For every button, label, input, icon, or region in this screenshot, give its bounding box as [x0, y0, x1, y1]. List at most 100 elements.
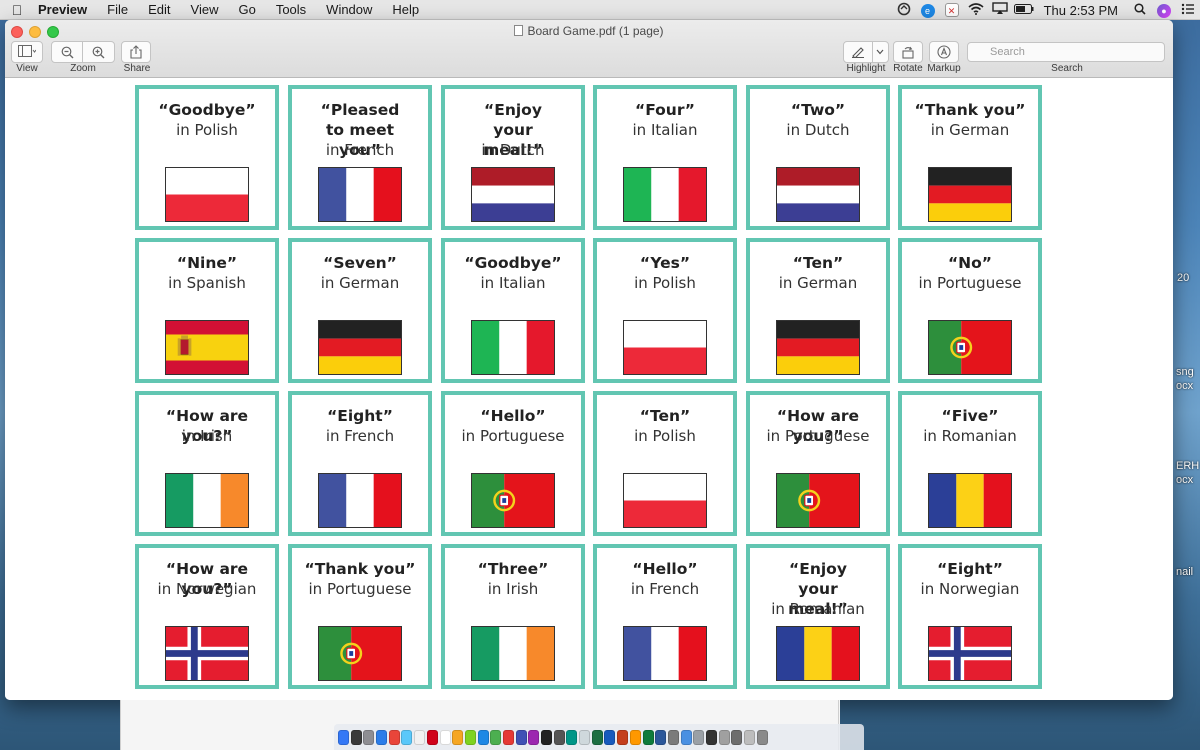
dock-app-icon[interactable]: [756, 729, 768, 745]
document-page[interactable]: “Goodbye” in Polish “Pleased to meet you” i…: [5, 79, 1173, 700]
menu-tools[interactable]: Tools: [266, 2, 316, 17]
card-language: in Polish: [176, 121, 238, 139]
airplay-icon[interactable]: [988, 2, 1012, 18]
desktop-file-label[interactable]: 20: [1177, 272, 1189, 284]
menu-edit[interactable]: Edit: [138, 2, 180, 17]
highlight-dropdown-button[interactable]: [873, 42, 888, 62]
flashcard: “Ten” in German: [746, 238, 890, 383]
card-phrase: “Nine”: [176, 254, 238, 272]
dock-app-icon[interactable]: [541, 729, 552, 745]
dock-app-icon[interactable]: [553, 729, 565, 745]
dock-app-icon[interactable]: [388, 729, 400, 745]
norway-flag-icon: [165, 626, 249, 681]
dock-app-icon[interactable]: [515, 729, 527, 745]
dock-app-icon[interactable]: [350, 729, 362, 745]
dock-app-icon[interactable]: [502, 729, 514, 745]
highlight-button[interactable]: [844, 42, 873, 62]
menu-file[interactable]: File: [97, 2, 138, 17]
markup-button[interactable]: [929, 41, 959, 63]
dock-app-icon[interactable]: [579, 729, 591, 745]
x-badge-icon[interactable]: ✕: [940, 3, 964, 17]
dock-app-icon[interactable]: [667, 729, 679, 745]
desktop-file-label[interactable]: ERH: [1176, 460, 1199, 472]
menu-go[interactable]: Go: [228, 2, 265, 17]
card-language: in French: [325, 427, 395, 445]
card-language: in Portuguese: [461, 427, 565, 445]
france-flag-icon: [623, 626, 707, 681]
card-phrase: “Seven”: [323, 254, 397, 272]
apple-menu-icon[interactable]: : [0, 2, 34, 18]
dock-app-icon[interactable]: [376, 729, 388, 745]
dock-app-icon[interactable]: [617, 729, 629, 745]
dock-app-icon[interactable]: [414, 729, 426, 745]
notification-center-icon[interactable]: [1176, 3, 1200, 18]
dock-app-icon[interactable]: [528, 729, 540, 745]
markup-icon: [937, 45, 951, 59]
romania-flag-icon: [776, 626, 860, 681]
card-language: in Irish: [487, 580, 539, 598]
dock-app-icon[interactable]: [452, 729, 464, 745]
dock-app-icon[interactable]: [439, 729, 451, 745]
rotate-button[interactable]: [893, 41, 923, 63]
zoom-label: Zoom: [70, 63, 96, 74]
dock-app-icon[interactable]: [426, 729, 438, 745]
battery-icon[interactable]: [1012, 3, 1036, 17]
e-badge-icon[interactable]: e: [916, 3, 940, 18]
card-phrase: “Four”: [635, 101, 695, 119]
zoom-in-button[interactable]: [83, 42, 114, 62]
dock-app-icon[interactable]: [642, 729, 654, 745]
card-phrase: “Hello”: [480, 407, 546, 425]
menu-help[interactable]: Help: [382, 2, 429, 17]
flashcard: “Ten” in Polish: [593, 391, 737, 536]
desktop-file-label[interactable]: nail: [1176, 566, 1193, 578]
dock-app-icon[interactable]: [338, 729, 349, 745]
flashcard: “How are you?” in Irish: [135, 391, 279, 536]
view-menu-button[interactable]: [11, 41, 43, 63]
dock-app-icon[interactable]: [693, 729, 705, 745]
spotlight-icon[interactable]: [1128, 2, 1152, 18]
card-language: in Romanian: [771, 600, 865, 618]
status-area: e ✕ Thu 2:53 PM ●: [892, 0, 1200, 20]
desktop-file-label[interactable]: ocx: [1176, 380, 1193, 392]
sync-icon[interactable]: [892, 2, 916, 19]
dock-app-icon[interactable]: [464, 729, 476, 745]
card-phrase: “Hello”: [632, 560, 698, 578]
dock-app-icon[interactable]: [490, 729, 502, 745]
flashcard: “Hello” in French: [593, 544, 737, 689]
dock-app-icon[interactable]: [718, 729, 730, 745]
card-language: in Portuguese: [766, 427, 870, 445]
poland-flag-icon: [623, 320, 707, 375]
italy-flag-icon: [623, 167, 707, 222]
portugal-flag-icon: [318, 626, 402, 681]
card-phrase: “Five”: [941, 407, 999, 425]
dock-app-icon[interactable]: [566, 729, 578, 745]
dock-app-icon[interactable]: [705, 729, 717, 745]
dock-app-icon[interactable]: [629, 729, 641, 745]
search-input[interactable]: [967, 42, 1165, 62]
dock-app-icon[interactable]: [604, 729, 616, 745]
wifi-icon[interactable]: [964, 2, 988, 18]
dock-app-icon[interactable]: [363, 729, 375, 745]
germany-flag-icon: [776, 320, 860, 375]
dock-app-icon[interactable]: [655, 729, 667, 745]
siri-icon[interactable]: ●: [1152, 3, 1176, 18]
dock-app-icon[interactable]: [680, 729, 692, 745]
netherlands-flag-icon: [776, 167, 860, 222]
menu-app-name[interactable]: Preview: [34, 2, 97, 17]
dock-app-icon[interactable]: [744, 729, 755, 745]
menu-window[interactable]: Window: [316, 2, 382, 17]
card-phrase: “Goodbye”: [158, 101, 256, 119]
dock-app-icon[interactable]: [731, 729, 743, 745]
dock-app-icon[interactable]: [591, 729, 603, 745]
clock[interactable]: Thu 2:53 PM: [1036, 3, 1128, 18]
desktop-file-label[interactable]: ocx: [1176, 474, 1193, 486]
ireland-flag-icon: [471, 626, 555, 681]
desktop-file-label[interactable]: sng: [1176, 366, 1194, 378]
zoom-out-icon: [61, 46, 73, 58]
card-language: in Norwegian: [920, 580, 1020, 598]
menu-view[interactable]: View: [181, 2, 229, 17]
dock-app-icon[interactable]: [477, 729, 489, 745]
zoom-out-button[interactable]: [52, 42, 84, 62]
dock-app-icon[interactable]: [401, 729, 413, 745]
share-button[interactable]: [121, 41, 151, 63]
